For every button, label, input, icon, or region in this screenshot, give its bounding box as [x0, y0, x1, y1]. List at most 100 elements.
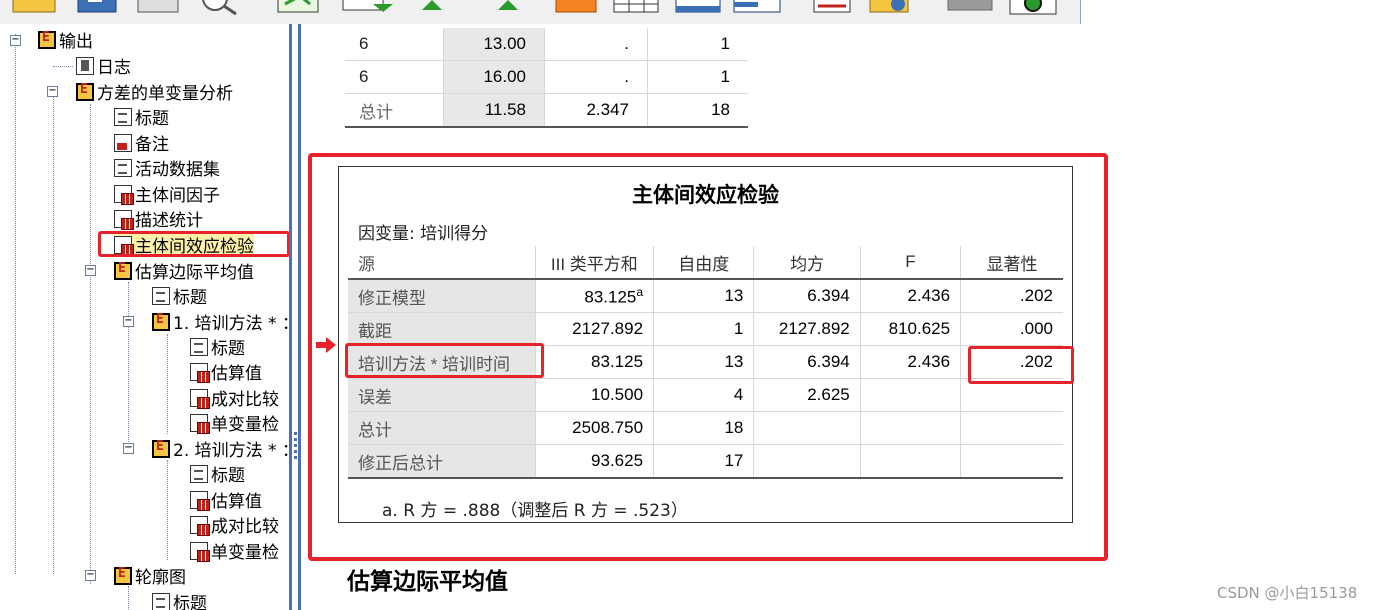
group-book-icon — [76, 82, 94, 101]
tree-item-group-1[interactable]: 1. 培训方法 * ： — [152, 309, 289, 334]
collapse-group1-toggle[interactable]: − — [123, 316, 134, 327]
insert-table-icon[interactable] — [675, 0, 721, 13]
report-icon[interactable] — [813, 0, 851, 13]
tree-item-between-subjects-factors[interactable]: 主体间因子 — [114, 181, 220, 206]
df-cell: 13 — [653, 279, 754, 313]
collapse-univariate-toggle[interactable]: − — [47, 86, 58, 97]
script-icon[interactable] — [869, 0, 909, 13]
f-cell — [859, 444, 961, 479]
tree-item-g1-pairwise[interactable]: 成对比较 — [190, 385, 279, 410]
sd-cell: . — [544, 60, 648, 94]
tree-item-descriptives[interactable]: 描述统计 — [114, 206, 203, 231]
tree-item-g1-univariate-tests[interactable]: 单变量检 — [190, 410, 279, 435]
tree-item-univariate[interactable]: 方差的单变量分析 — [76, 79, 233, 104]
tree-item-output[interactable]: 输出 — [38, 27, 93, 52]
tree-item-group-2[interactable]: 2. 培训方法 * ： — [152, 436, 289, 461]
tree-item-notes[interactable]: 备注 — [114, 130, 169, 155]
nav-highlight-box — [98, 231, 289, 257]
section-heading: 估算边际平均值 — [347, 568, 508, 595]
table-title: 主体间效应检验 — [632, 182, 779, 207]
pivot-icon[interactable] — [733, 0, 781, 13]
sig-cell — [960, 411, 1063, 445]
title-doc-icon — [114, 107, 132, 126]
notes-icon — [114, 133, 132, 152]
toolbar-icons — [12, 0, 1057, 16]
col-header-df: 自由度 — [653, 246, 754, 280]
tree-item-g2-pairwise[interactable]: 成对比较 — [190, 512, 279, 537]
collapse-emmeans-toggle[interactable]: − — [85, 265, 96, 276]
footnote-marker: a — [636, 284, 644, 299]
table-icon — [190, 541, 210, 562]
row-label: 6 — [359, 34, 369, 53]
search-icon[interactable] — [202, 0, 237, 16]
f-cell: 2.436 — [859, 345, 961, 379]
dependent-variable-label: 因变量: 培训得分 — [358, 224, 489, 244]
f-cell: 810.625 — [859, 312, 961, 346]
mean-cell: 11.58 — [443, 93, 545, 127]
open-folder-icon[interactable] — [12, 0, 56, 13]
group-book-icon — [114, 566, 132, 585]
promote-icon[interactable] — [422, 0, 442, 10]
tree-item-log[interactable]: 日志 — [76, 53, 131, 78]
tree-item-emmeans-title[interactable]: 标题 — [152, 283, 207, 308]
table-grid-icon[interactable] — [613, 0, 659, 13]
table-icon — [190, 490, 210, 511]
recall-dialog-icon[interactable] — [277, 0, 319, 13]
ss-cell: 10.500 — [534, 378, 654, 412]
source-label: 总计 — [348, 411, 536, 445]
mean-cell: 13.00 — [443, 28, 545, 61]
ms-cell: 2127.892 — [753, 312, 861, 346]
tree-item-g2-univariate-tests[interactable]: 单变量检 — [190, 538, 279, 563]
splitter-grip[interactable] — [294, 432, 297, 462]
group-book-icon — [152, 439, 170, 458]
ms-cell: 2.625 — [753, 378, 861, 412]
n-cell: 18 — [647, 93, 748, 127]
toolbar — [0, 0, 1378, 24]
f-cell: 2.436 — [859, 279, 961, 313]
collapse-output-toggle[interactable]: − — [10, 35, 21, 46]
tree-item-title[interactable]: 标题 — [114, 104, 169, 129]
n-cell: 1 — [647, 28, 748, 61]
print-icon[interactable] — [137, 0, 179, 13]
tree-item-g1-title[interactable]: 标题 — [190, 334, 245, 359]
mean-cell: 16.00 — [443, 60, 545, 94]
tree-item-g2-title[interactable]: 标题 — [190, 461, 245, 486]
df-cell: 1 — [653, 312, 754, 346]
table-icon — [190, 413, 210, 434]
df-cell: 13 — [653, 345, 754, 379]
add-icon[interactable] — [1009, 0, 1057, 15]
ms-cell — [753, 411, 861, 445]
pane-splitter[interactable] — [289, 24, 301, 610]
output-book-icon — [38, 30, 56, 49]
source-label: 截距 — [348, 312, 536, 346]
tree-item-active-dataset[interactable]: 活动数据集 — [114, 155, 220, 180]
tree-item-g2-estimates[interactable]: 估算值 — [190, 487, 262, 512]
tree-guide — [128, 586, 129, 610]
source-label: 修正模型 — [348, 279, 536, 313]
output-content-pane: 6 13.00 . 1 6 16.00 . 1 总计 11.58 2.347 1… — [301, 24, 1378, 610]
outline-tree-pane[interactable]: − 输出 日志 − 方差的单变量分析 标题 备注 活动数据集 主体间因子 描述统… — [0, 24, 289, 610]
table-icon — [190, 362, 210, 383]
sd-cell: . — [544, 28, 648, 61]
title-doc-icon — [152, 592, 170, 610]
demote-icon[interactable] — [498, 0, 518, 10]
collapse-profile-plots-toggle[interactable]: − — [85, 570, 96, 581]
tree-item-g1-estimates[interactable]: 估算值 — [190, 359, 262, 384]
collapse-group2-toggle[interactable]: − — [123, 443, 134, 454]
arrow-right-icon — [316, 337, 336, 353]
table-icon — [190, 515, 210, 536]
col-header-ms: 均方 — [753, 246, 861, 280]
source-label: 误差 — [348, 378, 536, 412]
star-icon[interactable] — [555, 0, 597, 13]
table-icon — [114, 184, 134, 205]
ms-cell: 6.394 — [753, 279, 861, 313]
save-icon[interactable] — [77, 0, 117, 13]
ms-cell: 6.394 — [753, 345, 861, 379]
tree-item-profile-plots[interactable]: 轮廓图 — [114, 563, 186, 588]
tree-guide — [167, 460, 168, 560]
tree-item-profile-title[interactable]: 标题 — [152, 589, 207, 610]
log-icon — [76, 56, 94, 75]
export-icon[interactable] — [342, 0, 393, 12]
tree-item-emmeans[interactable]: 估算边际平均值 — [114, 258, 254, 283]
title-doc-icon — [190, 464, 208, 483]
